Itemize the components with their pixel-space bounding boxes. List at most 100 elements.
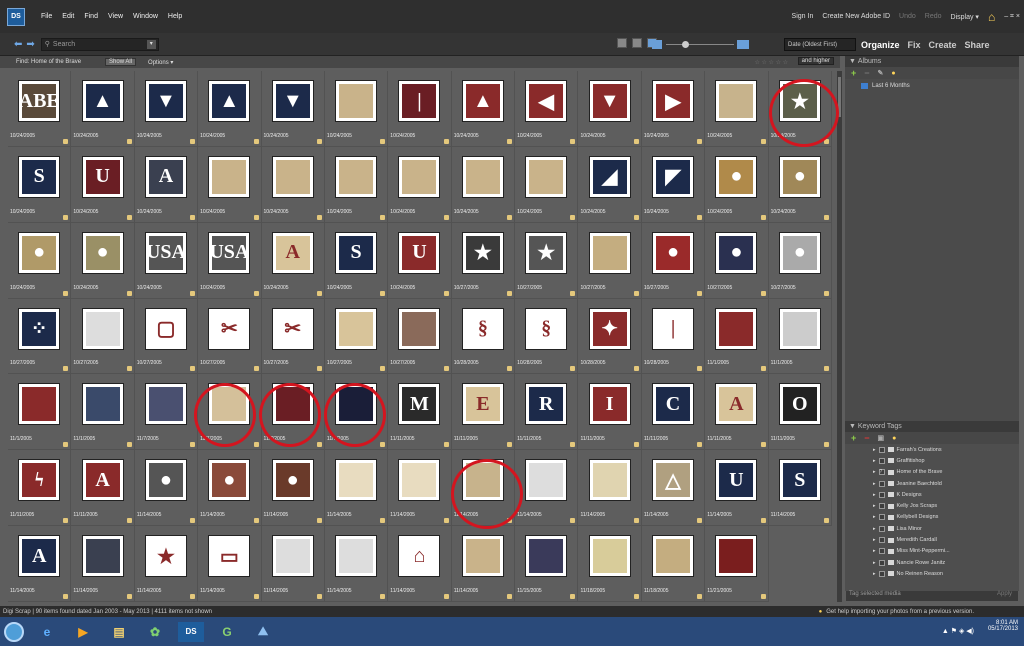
keyword-item[interactable]: ▸? Home of the Brave (873, 467, 1019, 478)
media-thumbnail[interactable]: ✂ (208, 307, 251, 350)
tab-create[interactable]: Create (929, 40, 957, 50)
keyword-item[interactable]: ▸ Lisa Minor (873, 523, 1019, 534)
keyword-checkbox[interactable] (878, 491, 885, 498)
keyword-checkbox[interactable] (878, 570, 885, 577)
media-cell[interactable]: ★ 10/27/2005 (515, 222, 579, 299)
media-cell[interactable]: 11/1/2005 (768, 298, 832, 375)
media-cell[interactable]: A 10/24/2005 (261, 222, 325, 299)
help-message[interactable]: ● Get help importing your photos from a p… (819, 606, 974, 617)
media-cell[interactable]: ⌂ 11/14/2005 (388, 526, 452, 602)
media-thumbnail[interactable] (778, 307, 821, 350)
media-cell[interactable]: 11/14/2005 (324, 526, 389, 602)
paint-icon[interactable]: ⛰ (250, 622, 276, 642)
keyword-checkbox[interactable]: ? (878, 469, 885, 476)
keyword-checkbox[interactable] (878, 559, 885, 566)
media-thumbnail[interactable] (271, 535, 314, 578)
add-album-icon[interactable]: + (851, 68, 856, 78)
media-cell[interactable]: ◀ 10/24/2005 (515, 71, 579, 147)
sign-in-link[interactable]: Sign In (792, 13, 814, 20)
media-cell[interactable]: 11/7/2005 (134, 374, 199, 451)
media-cell[interactable]: ▲ 10/24/2005 (71, 71, 135, 147)
media-thumbnail[interactable]: ★ (778, 80, 821, 122)
media-cell[interactable]: 10/24/2005 (198, 146, 262, 223)
media-cell[interactable]: ● 11/14/2005 (261, 450, 325, 527)
tab-organize[interactable]: Organize (861, 40, 900, 50)
tab-fix[interactable]: Fix (908, 40, 921, 50)
media-thumbnail[interactable]: ▲ (208, 80, 251, 122)
media-thumbnail[interactable]: A (81, 459, 124, 502)
search-dropdown-icon[interactable]: ▾ (146, 39, 156, 49)
album-item[interactable]: Last 6 Months (861, 83, 1019, 89)
media-thumbnail[interactable] (335, 80, 378, 122)
menu-window[interactable]: Window (133, 13, 158, 20)
digi-scrap-icon[interactable]: DS (178, 621, 204, 642)
media-cell[interactable]: I 11/11/2005 (578, 374, 642, 451)
show-all-button[interactable]: Show All (105, 58, 137, 66)
media-thumbnail[interactable]: S (778, 459, 821, 502)
media-thumbnail[interactable] (335, 535, 378, 578)
media-cell[interactable]: 10/24/2005 (324, 71, 389, 147)
media-thumbnail[interactable] (715, 307, 758, 350)
media-thumbnail[interactable] (335, 383, 378, 426)
media-thumbnail[interactable] (588, 231, 631, 274)
media-cell[interactable]: 10/24/2005 (324, 146, 389, 223)
expand-arrow-icon[interactable]: ▸ (873, 492, 876, 498)
media-cell[interactable]: ◢ 10/24/2005 (578, 146, 642, 223)
media-cell[interactable]: ★ 10/27/2005 (451, 222, 516, 299)
media-thumbnail[interactable] (715, 535, 758, 578)
media-thumbnail[interactable]: § (525, 307, 568, 350)
media-cell[interactable]: 10/27/2005 (578, 222, 642, 299)
expand-arrow-icon[interactable]: ▸ (873, 469, 876, 475)
media-thumbnail[interactable]: ● (652, 231, 695, 274)
media-thumbnail[interactable]: ● (715, 155, 758, 198)
search-input[interactable]: ⚲ Search ▾ (40, 37, 159, 51)
media-cell[interactable]: 11/15/2005 (515, 526, 579, 602)
rating-stars[interactable]: ☆ ☆ ☆ ☆ ☆ (754, 59, 788, 66)
media-thumbnail[interactable]: | (652, 307, 695, 350)
media-cell[interactable]: 11/1/2005 (705, 298, 769, 375)
grid-scrollbar[interactable] (837, 71, 842, 602)
media-cell[interactable]: USA 10/24/2005 (134, 222, 199, 299)
media-thumbnail[interactable] (208, 383, 251, 426)
media-thumbnail[interactable]: S (335, 231, 378, 274)
create-id-link[interactable]: Create New Adobe ID (822, 13, 890, 20)
media-thumbnail[interactable] (398, 155, 441, 198)
media-thumbnail[interactable] (81, 307, 124, 350)
media-thumbnail[interactable]: A (715, 383, 758, 426)
media-thumbnail[interactable]: R (525, 383, 568, 426)
media-thumbnail[interactable]: O (778, 383, 821, 426)
media-thumbnail[interactable] (271, 383, 314, 426)
media-cell[interactable]: | 10/28/2005 (641, 298, 706, 375)
media-thumbnail[interactable]: ● (778, 231, 821, 274)
media-thumbnail[interactable]: ◤ (652, 155, 695, 198)
remove-keyword-icon[interactable]: − (864, 433, 869, 443)
media-thumbnail[interactable]: ▢ (144, 307, 187, 350)
media-cell[interactable]: 11/14/2005 (71, 526, 135, 602)
home-icon[interactable]: ⌂ (988, 10, 995, 24)
tag-media-input[interactable]: Tag selected media Apply (846, 591, 1018, 601)
keyword-item[interactable]: ▸ No Reinen Reason (873, 568, 1019, 579)
media-cell[interactable]: 11/7/2005 (261, 374, 325, 451)
media-cell[interactable]: C 11/11/2005 (641, 374, 706, 451)
media-cell[interactable]: 11/18/2005 (641, 526, 706, 602)
media-thumbnail[interactable] (652, 535, 695, 578)
media-cell[interactable]: ● 10/24/2005 (705, 146, 769, 223)
media-thumbnail[interactable] (81, 535, 124, 578)
media-cell[interactable]: 10/24/2005 (261, 146, 325, 223)
media-thumbnail[interactable]: ▭ (208, 535, 251, 578)
media-cell[interactable]: ◤ 10/24/2005 (641, 146, 706, 223)
window-controls[interactable]: – ⌗ × (1004, 13, 1020, 21)
media-cell[interactable]: M 11/11/2005 (388, 374, 452, 451)
media-thumbnail[interactable]: S (18, 155, 61, 198)
keyword-item[interactable]: ▸ Jeanine Baechtold (873, 478, 1019, 489)
media-cell[interactable]: 10/24/2005 (451, 146, 516, 223)
expand-arrow-icon[interactable]: ▸ (873, 447, 876, 453)
slider-track[interactable] (666, 44, 734, 45)
media-cell[interactable]: 10/27/2005 (71, 298, 135, 375)
keyword-item[interactable]: ▸ K Designs (873, 489, 1019, 500)
keyword-checkbox[interactable] (878, 514, 885, 521)
expand-arrow-icon[interactable]: ▸ (873, 537, 876, 543)
media-thumbnail[interactable] (715, 80, 758, 122)
media-cell[interactable]: A 10/24/2005 (134, 146, 199, 223)
menu-edit[interactable]: Edit (62, 13, 74, 20)
